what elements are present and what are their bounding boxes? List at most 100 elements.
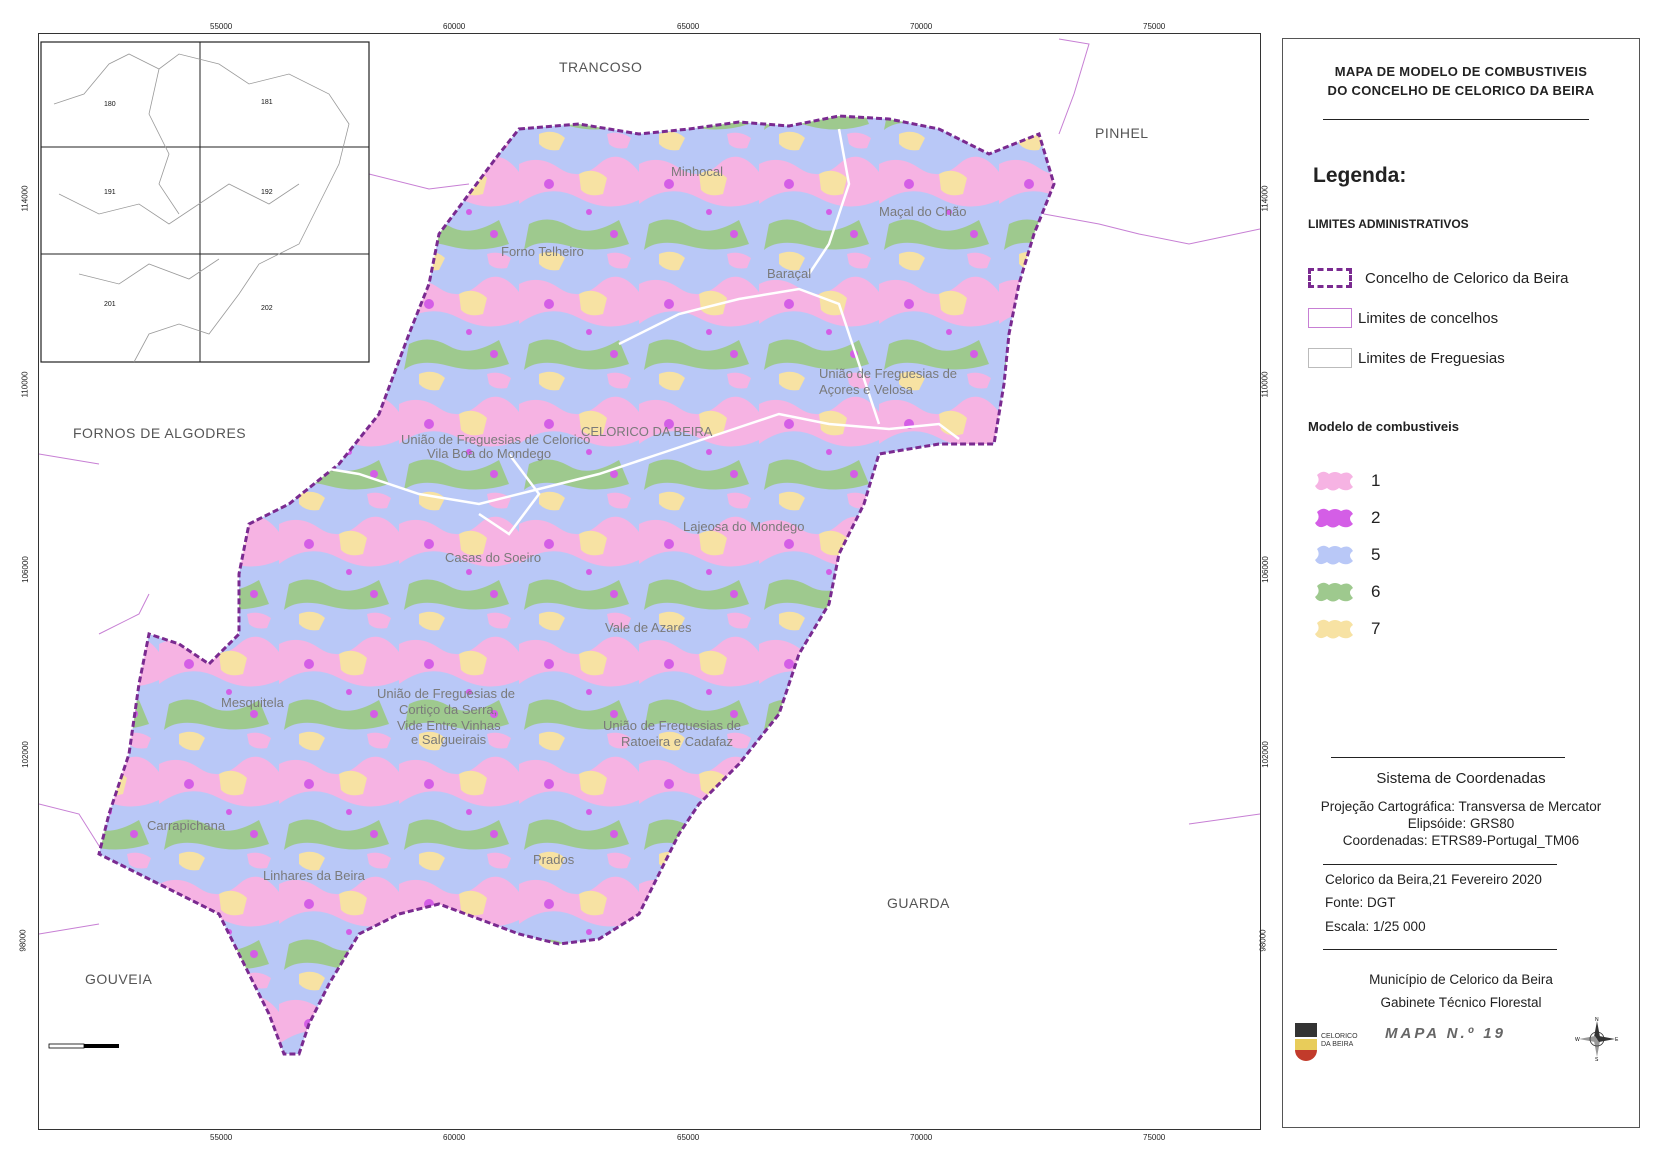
y-tick-left: 106000 <box>20 556 30 583</box>
place-label: Linhares da Beira <box>263 868 366 883</box>
fuel-swatch-1 <box>1313 469 1355 493</box>
inset-label: 202 <box>261 305 273 312</box>
svg-text:E: E <box>1615 1037 1619 1043</box>
y-tick-left: 110000 <box>20 371 30 398</box>
concelho-limit-swatch <box>1308 308 1352 328</box>
x-tick-bottom: 60000 <box>443 1133 466 1142</box>
inset-locator-map[interactable]: 180 181 191 192 201 202 <box>40 41 370 363</box>
fuel-swatch-6 <box>1313 580 1355 604</box>
coords-system: Coordenadas: ETRS89-Portugal_TM06 <box>1342 833 1580 848</box>
title-divider <box>1323 119 1589 120</box>
y-tick-left: 114000 <box>20 185 30 212</box>
x-tick-top: 65000 <box>677 22 700 31</box>
y-tick-left: 98000 <box>18 929 28 952</box>
svg-text:W: W <box>1575 1037 1580 1043</box>
x-tick-bottom: 75000 <box>1143 1133 1166 1142</box>
coords-ellipsoid: Elipsóide: GRS80 <box>1407 816 1515 831</box>
place-label: Casas do Soeiro <box>445 550 541 565</box>
scale-bar <box>48 1043 119 1049</box>
place-label: Carrapichana <box>147 818 226 833</box>
fuel-label-1: 1 <box>1371 471 1381 490</box>
y-tick-right: 110000 <box>1260 371 1270 398</box>
place-label-celorico: CELORICO DA BEIRA <box>581 424 713 439</box>
admin-item: Limites de concelhos <box>1358 310 1499 327</box>
logo-text: CELORICO DA BEIRA <box>1321 1033 1358 1048</box>
x-tick-bottom: 70000 <box>910 1133 933 1142</box>
neighbor-label-gouveia: GOUVEIA <box>85 971 152 987</box>
place-label: Prados <box>533 852 575 867</box>
neighbor-label-fornos: FORNOS DE ALGODRES <box>73 425 246 441</box>
place-label: Lajeosa do Mondego <box>683 519 804 534</box>
credits-municipality: Município de Celorico da Beira <box>1369 972 1553 987</box>
y-tick-right: 106000 <box>1260 556 1270 583</box>
inset-label: 201 <box>104 301 116 308</box>
legend-heading: Legenda: <box>1313 164 1407 187</box>
place-label: União de Freguesias de <box>819 366 957 381</box>
place-label: Açores e Velosa <box>819 382 914 397</box>
info-source: Fonte: DGT <box>1325 895 1396 910</box>
place-label: União de Freguesias de <box>603 718 741 733</box>
neighbor-label-guarda: GUARDA <box>887 895 950 911</box>
compass-rose-icon: N W E S <box>1575 1017 1619 1063</box>
x-tick-bottom: 55000 <box>210 1133 233 1142</box>
freguesia-limit-swatch <box>1308 348 1352 368</box>
map-frame[interactable]: 180 181 191 192 201 202 TRANCOSO PINHEL … <box>38 33 1261 1130</box>
x-tick-top: 75000 <box>1143 22 1166 31</box>
place-label: Mesquitela <box>221 695 285 710</box>
municipality-logo: CELORICO DA BEIRA <box>1295 1023 1358 1071</box>
x-tick-bottom: 65000 <box>677 1133 700 1142</box>
fuel-swatch-7 <box>1313 617 1355 641</box>
place-label: União de Freguesias de Celorico <box>401 432 590 447</box>
info-divider <box>1323 864 1557 865</box>
x-tick-top: 55000 <box>210 22 233 31</box>
place-label: Cortiço da Serra, <box>399 702 497 717</box>
svg-text:N: N <box>1595 1017 1599 1023</box>
fuel-label-2: 2 <box>1371 508 1381 527</box>
fuel-label-6: 6 <box>1371 582 1381 601</box>
fuel-label-5: 5 <box>1371 545 1381 564</box>
map-number: MAPA N.º 19 <box>1385 1025 1506 1042</box>
map-title-line2: DO CONCELHO DE CELORICO DA BEIRA <box>1327 83 1595 98</box>
admin-item: Concelho de Celorico da Beira <box>1365 270 1569 287</box>
info-scale: Escala: 1/25 000 <box>1325 919 1426 934</box>
place-label: União de Freguesias de <box>377 686 515 701</box>
legend-panel: MAPA DE MODELO DE COMBUSTIVEIS DO CONCEL… <box>1282 38 1640 1128</box>
svg-text:S: S <box>1595 1057 1599 1061</box>
fuel-swatch-2 <box>1313 506 1355 530</box>
inset-label: 192 <box>261 189 273 196</box>
place-label: Vila Boa do Mondego <box>427 446 551 461</box>
place-label: Maçal do Chão <box>879 204 966 219</box>
fuel-label-7: 7 <box>1371 619 1381 638</box>
place-label: Vide Entre Vinhas <box>397 718 501 733</box>
fuel-header: Modelo de combustiveis <box>1308 419 1459 434</box>
coords-divider <box>1331 757 1565 758</box>
place-label: Ratoeira e Cadafaz <box>621 734 733 749</box>
neighbor-label-trancoso: TRANCOSO <box>559 59 642 75</box>
inset-label: 191 <box>104 189 116 196</box>
credits-office: Gabinete Técnico Florestal <box>1380 995 1542 1010</box>
place-label: Minhocal <box>671 164 723 179</box>
info-date: Celorico da Beira,21 Fevereiro 2020 <box>1325 872 1542 887</box>
coords-title: Sistema de Coordenadas <box>1376 770 1546 787</box>
coords-projection: Projeção Cartográfica: Transversa de Mer… <box>1320 799 1602 814</box>
admin-header: LIMITES ADMINISTRATIVOS <box>1308 217 1469 231</box>
x-tick-top: 70000 <box>910 22 933 31</box>
fuel-swatch-5 <box>1313 543 1355 567</box>
x-tick-top: 60000 <box>443 22 466 31</box>
map-title-line1: MAPA DE MODELO DE COMBUSTIVEIS <box>1334 64 1588 79</box>
place-label: Forno Telheiro <box>501 244 584 259</box>
y-tick-right: 98000 <box>1258 929 1268 952</box>
y-tick-left: 102000 <box>20 741 30 768</box>
place-label: Baraçal <box>767 266 811 281</box>
place-label: Vale de Azares <box>605 620 692 635</box>
credits-divider <box>1323 949 1557 950</box>
admin-item: Limites de Freguesias <box>1358 350 1505 367</box>
y-tick-right: 102000 <box>1260 741 1270 768</box>
inset-label: 181 <box>261 99 273 106</box>
y-tick-right: 114000 <box>1260 185 1270 212</box>
neighbor-label-pinhel: PINHEL <box>1095 125 1149 141</box>
place-label: e Salgueirais <box>411 732 487 747</box>
map-canvas[interactable]: 180 181 191 192 201 202 TRANCOSO PINHEL … <box>39 34 1260 1129</box>
inset-label: 180 <box>104 101 116 108</box>
concelho-boundary-swatch <box>1308 268 1352 288</box>
